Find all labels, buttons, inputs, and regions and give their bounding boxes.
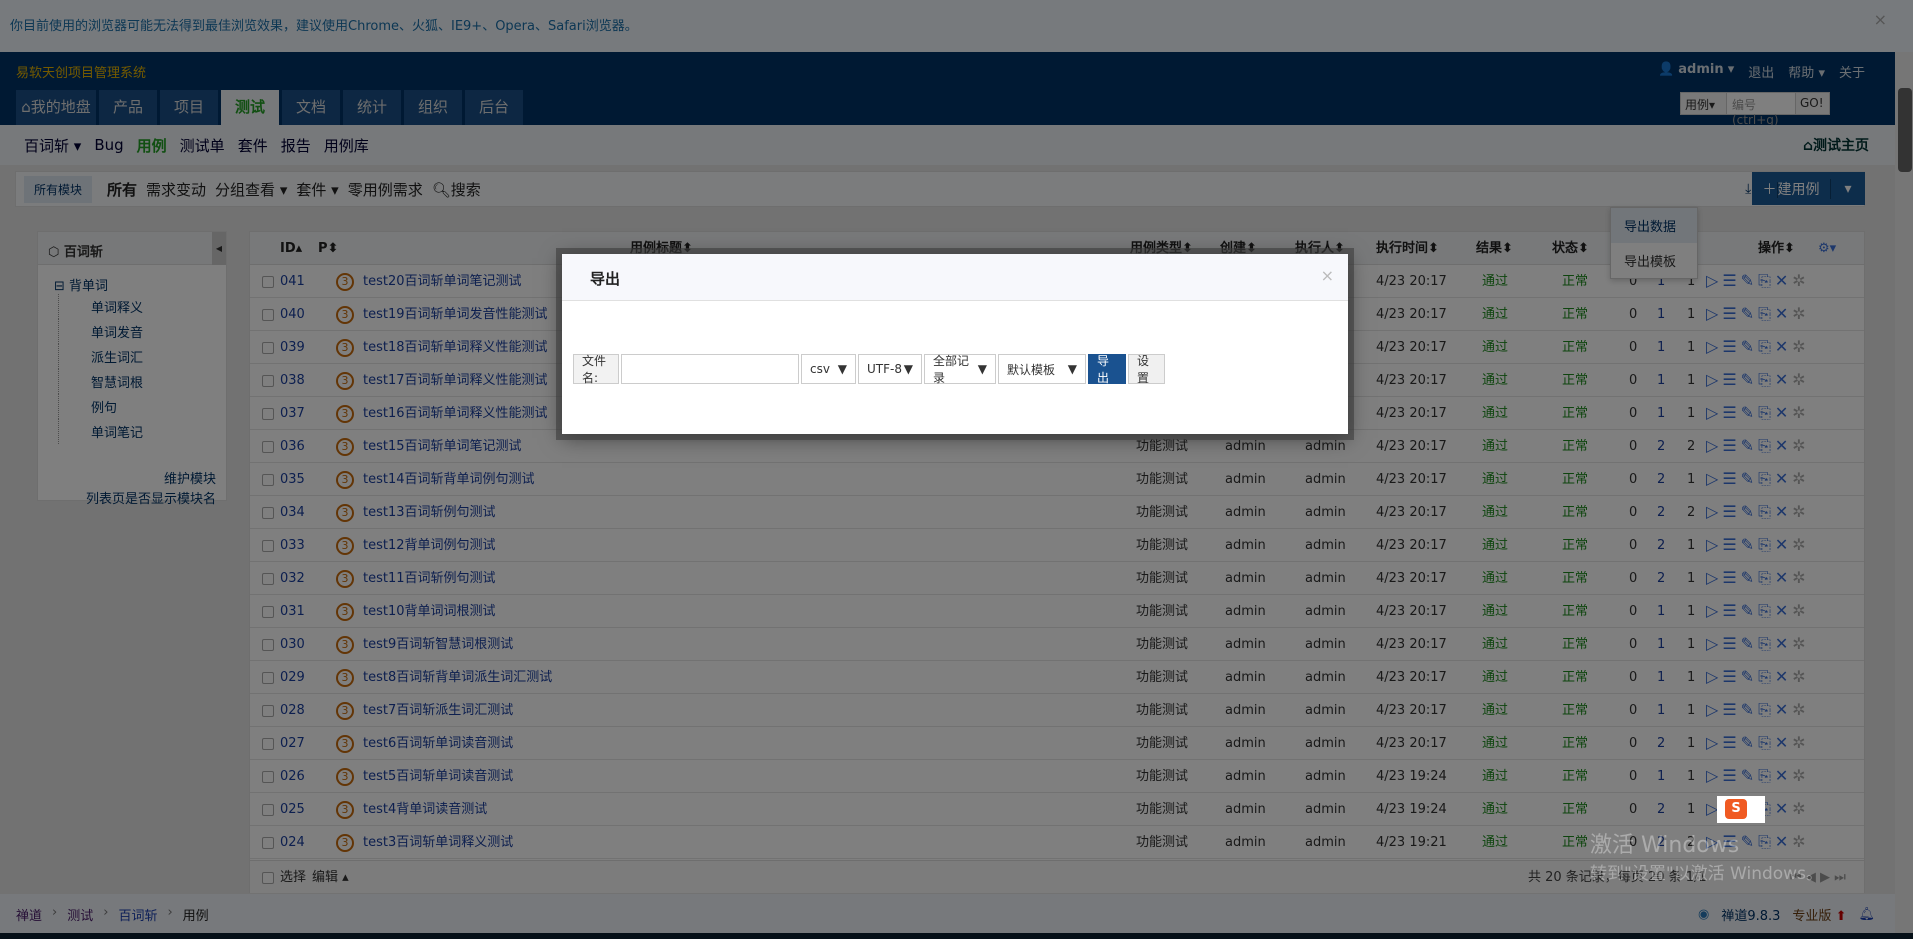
range-select[interactable]: 全部记录 ▼ — [924, 354, 996, 385]
export-modal: 导出 × 文件名: csv ▼ UTF-8 ▼ 全部记录 ▼ 默认模板 ▼ 导出 设置 — [562, 254, 1348, 434]
settings-button[interactable]: 设置 — [1128, 354, 1165, 385]
filename-label: 文件名: — [573, 354, 619, 385]
sogou-icon: S — [1725, 799, 1747, 819]
filename-input[interactable] — [621, 354, 799, 384]
modal-backdrop[interactable] — [0, 0, 1913, 939]
format-select[interactable]: csv ▼ — [801, 354, 856, 384]
export-form: 文件名: csv ▼ UTF-8 ▼ 全部记录 ▼ 默认模板 ▼ 导出 设置 — [573, 354, 1165, 385]
encoding-select[interactable]: UTF-8 ▼ — [858, 354, 922, 384]
sogou-ime-toolbar[interactable]: S — [1717, 796, 1765, 823]
export-submit-button[interactable]: 导出 — [1088, 354, 1126, 385]
template-select[interactable]: 默认模板 ▼ — [998, 354, 1086, 384]
windows-activation-watermark: 激活 Windows 转到"设置"以激活 Windows。 — [1590, 833, 1823, 884]
modal-title: 导出 — [562, 254, 1348, 301]
close-modal-button[interactable]: × — [1321, 266, 1334, 285]
